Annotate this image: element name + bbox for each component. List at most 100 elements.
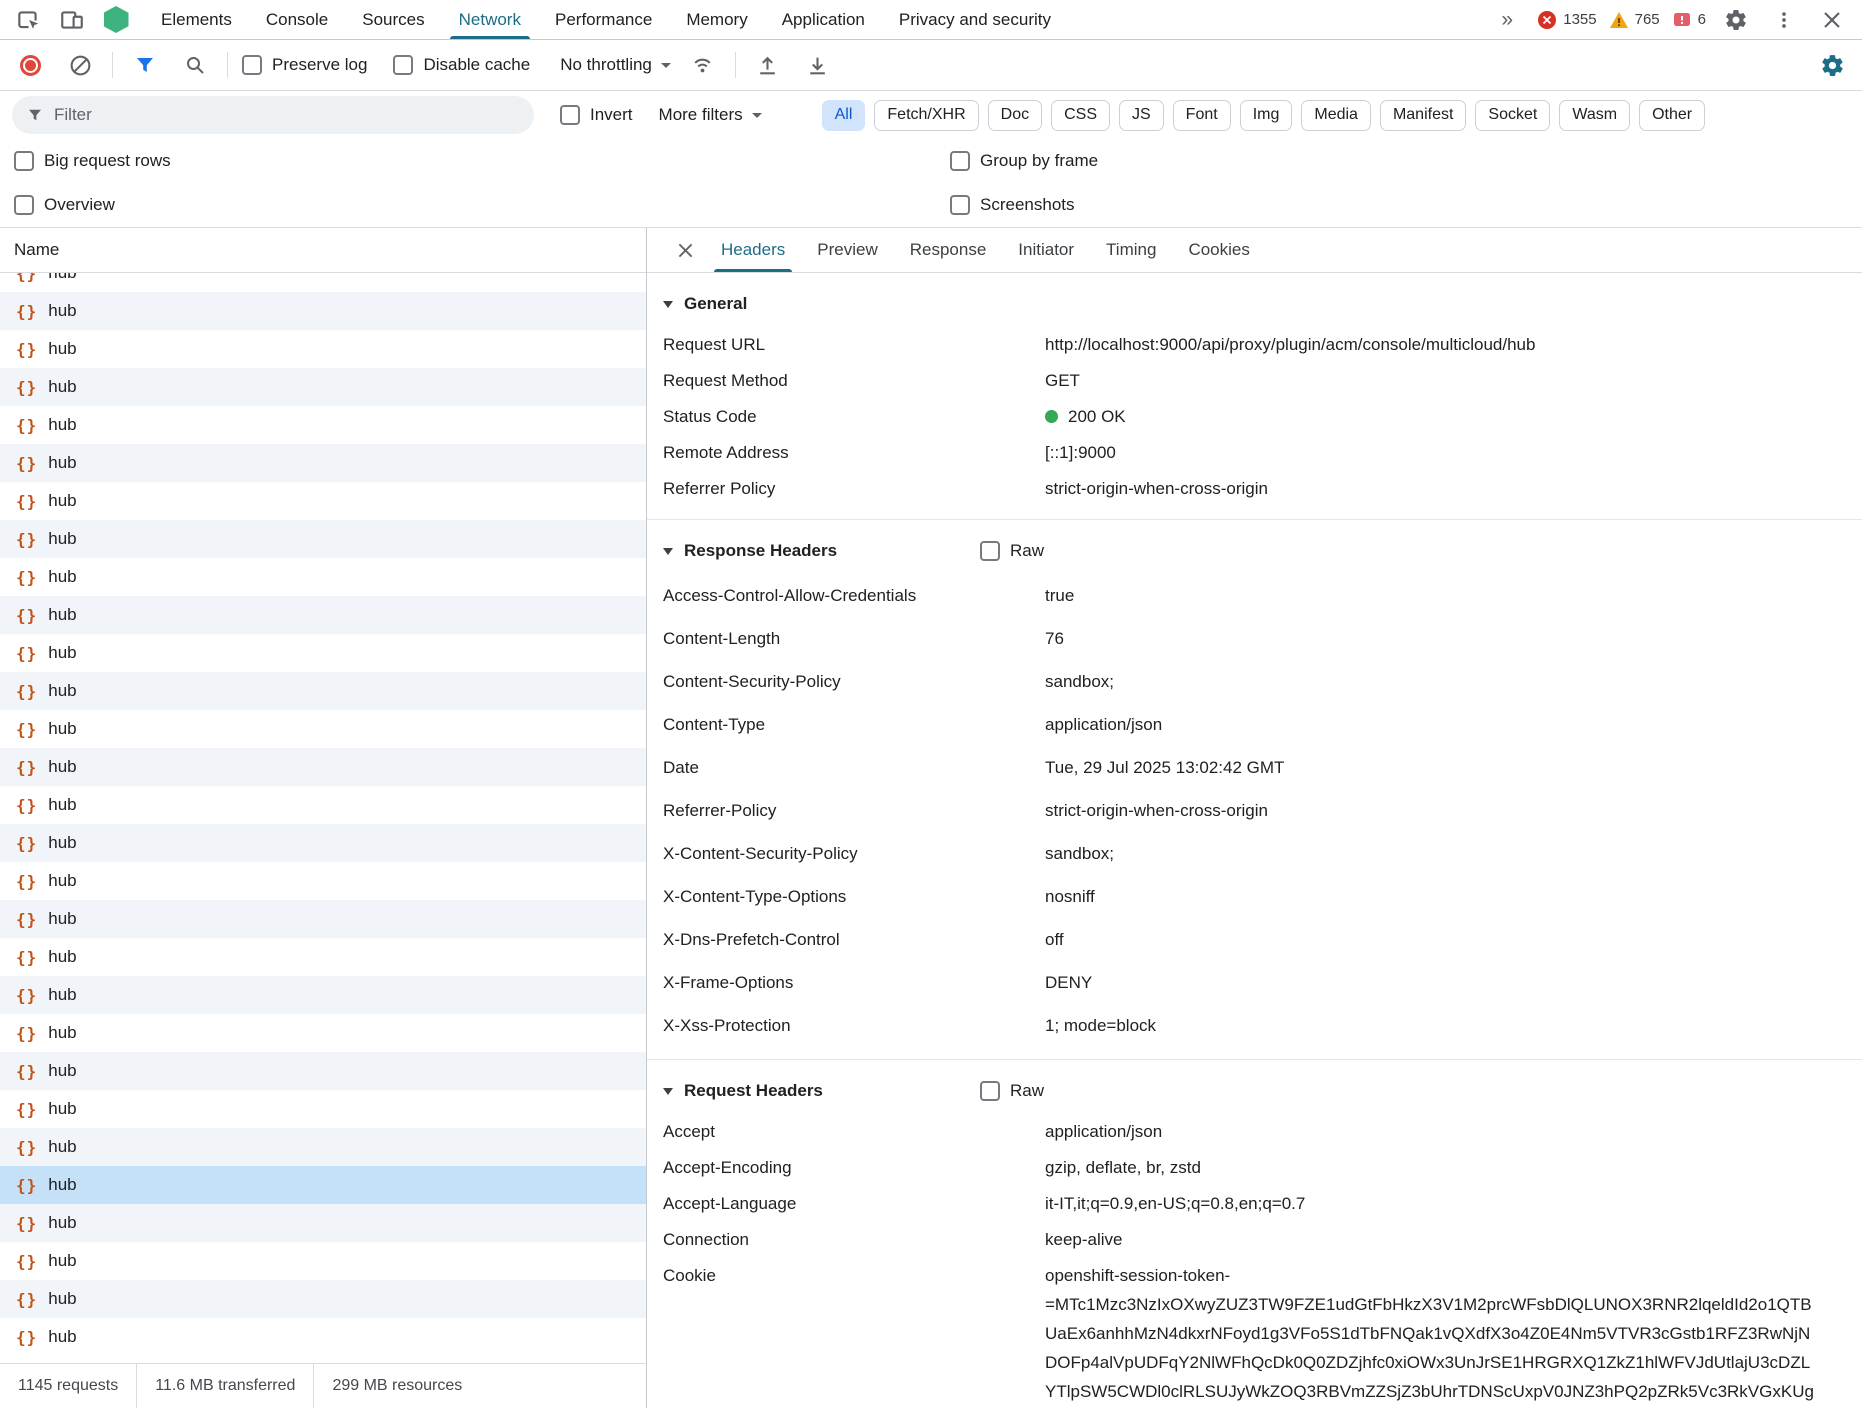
group-by-frame-checkbox[interactable]: Group by frame xyxy=(950,151,1098,171)
request-row[interactable]: hub xyxy=(0,938,646,976)
request-row[interactable]: hub xyxy=(0,292,646,330)
panel-tab[interactable]: Performance xyxy=(538,0,669,39)
record-button[interactable] xyxy=(12,48,48,82)
request-raw-toggle[interactable]: Raw xyxy=(980,1081,1044,1101)
screenshots-checkbox[interactable]: Screenshots xyxy=(950,195,1075,215)
clear-button[interactable] xyxy=(62,48,98,82)
detail-tab[interactable]: Initiator xyxy=(1002,228,1090,272)
close-devtools-button[interactable] xyxy=(1814,3,1850,37)
request-row[interactable]: hub xyxy=(0,1318,646,1356)
filter-chip[interactable]: Other xyxy=(1639,100,1705,131)
checkbox-icon[interactable] xyxy=(980,541,1000,561)
filter-chip[interactable]: Font xyxy=(1173,100,1231,131)
filter-chip[interactable]: Fetch/XHR xyxy=(874,100,978,131)
network-conditions-button[interactable] xyxy=(685,48,721,82)
request-row[interactable]: hub xyxy=(0,1280,646,1318)
filter-chip[interactable]: All xyxy=(822,100,866,131)
issues-count-badge[interactable]: 6 xyxy=(1672,10,1706,30)
warning-count-badge[interactable]: 765 xyxy=(1609,10,1660,30)
panel-tab[interactable]: Network xyxy=(442,0,538,39)
big-request-rows-checkbox[interactable]: Big request rows xyxy=(14,151,171,171)
detail-tab[interactable]: Cookies xyxy=(1172,228,1265,272)
request-row[interactable]: hub xyxy=(0,558,646,596)
network-settings-button[interactable] xyxy=(1814,48,1850,82)
request-row[interactable]: hub xyxy=(0,1166,646,1204)
panel-tab[interactable]: Privacy and security xyxy=(882,0,1068,39)
request-row[interactable]: hub xyxy=(0,330,646,368)
request-row[interactable]: hub xyxy=(0,824,646,862)
filter-chip[interactable]: Doc xyxy=(988,100,1042,131)
more-filters-select[interactable]: More filters xyxy=(659,105,762,125)
error-count-badge[interactable]: 1355 xyxy=(1537,10,1596,30)
request-row[interactable]: hub xyxy=(0,1014,646,1052)
detail-tab[interactable]: Response xyxy=(894,228,1003,272)
filter-chip[interactable]: Manifest xyxy=(1380,100,1466,131)
requests-count: 1145 requests xyxy=(0,1377,136,1395)
request-row[interactable]: hub xyxy=(0,406,646,444)
request-row[interactable]: hub xyxy=(0,1090,646,1128)
filter-toggle-button[interactable] xyxy=(127,48,163,82)
panel-tab[interactable]: Console xyxy=(249,0,345,39)
checkbox-icon[interactable] xyxy=(14,195,34,215)
request-row[interactable]: hub xyxy=(0,273,646,292)
request-row[interactable]: hub xyxy=(0,748,646,786)
device-toolbar-button[interactable] xyxy=(54,3,90,37)
filter-chip[interactable]: Wasm xyxy=(1559,100,1630,131)
detail-tab[interactable]: Timing xyxy=(1090,228,1172,272)
panel-tab[interactable]: Memory xyxy=(669,0,764,39)
filter-chip[interactable]: Media xyxy=(1301,100,1371,131)
request-headers-section-header[interactable]: Request Headers Raw xyxy=(647,1068,1862,1114)
request-row[interactable]: hub xyxy=(0,976,646,1014)
disable-cache-checkbox[interactable]: Disable cache xyxy=(393,55,530,75)
detail-tab[interactable]: Preview xyxy=(801,228,893,272)
checkbox-icon[interactable] xyxy=(950,151,970,171)
more-options-button[interactable] xyxy=(1766,3,1802,37)
inspect-element-button[interactable] xyxy=(10,3,46,37)
filter-input[interactable] xyxy=(54,105,520,125)
throttling-select[interactable]: No throttling xyxy=(560,55,671,75)
request-row[interactable]: hub xyxy=(0,1204,646,1242)
request-row[interactable]: hub xyxy=(0,482,646,520)
extension-button[interactable] xyxy=(98,3,134,37)
request-row[interactable]: hub xyxy=(0,444,646,482)
request-row[interactable]: hub xyxy=(0,1052,646,1090)
checkbox-icon[interactable] xyxy=(393,55,413,75)
settings-button[interactable] xyxy=(1718,3,1754,37)
request-row[interactable]: hub xyxy=(0,786,646,824)
request-row[interactable]: hub xyxy=(0,1242,646,1280)
close-details-button[interactable] xyxy=(665,228,705,272)
request-row[interactable]: hub xyxy=(0,596,646,634)
request-row[interactable]: hub xyxy=(0,710,646,748)
export-har-button[interactable] xyxy=(800,48,836,82)
checkbox-icon[interactable] xyxy=(14,151,34,171)
preserve-log-checkbox[interactable]: Preserve log xyxy=(242,55,367,75)
checkbox-icon[interactable] xyxy=(950,195,970,215)
request-row[interactable]: hub xyxy=(0,368,646,406)
response-headers-section-header[interactable]: Response Headers Raw xyxy=(647,528,1862,574)
invert-checkbox[interactable]: Invert xyxy=(560,105,633,125)
more-tabs-button[interactable]: » xyxy=(1489,3,1525,37)
response-raw-toggle[interactable]: Raw xyxy=(980,541,1044,561)
checkbox-icon[interactable] xyxy=(242,55,262,75)
panel-tab[interactable]: Sources xyxy=(345,0,441,39)
panel-tab[interactable]: Application xyxy=(765,0,882,39)
checkbox-icon[interactable] xyxy=(560,105,580,125)
request-row[interactable]: hub xyxy=(0,634,646,672)
panel-tab[interactable]: Elements xyxy=(144,0,249,39)
import-har-button[interactable] xyxy=(750,48,786,82)
detail-tab[interactable]: Headers xyxy=(705,228,801,272)
general-section-header[interactable]: General xyxy=(647,281,1862,327)
request-row[interactable]: hub xyxy=(0,672,646,710)
checkbox-icon[interactable] xyxy=(980,1081,1000,1101)
request-row[interactable]: hub xyxy=(0,900,646,938)
filter-chip[interactable]: Img xyxy=(1240,100,1293,131)
search-button[interactable] xyxy=(177,48,213,82)
request-row[interactable]: hub xyxy=(0,862,646,900)
request-row[interactable]: hub xyxy=(0,520,646,558)
filter-chip[interactable]: CSS xyxy=(1051,100,1110,131)
filter-chip[interactable]: Socket xyxy=(1475,100,1550,131)
filter-chip[interactable]: JS xyxy=(1119,100,1164,131)
name-column-header[interactable]: Name xyxy=(0,228,646,273)
request-row[interactable]: hub xyxy=(0,1128,646,1166)
overview-checkbox[interactable]: Overview xyxy=(14,195,115,215)
